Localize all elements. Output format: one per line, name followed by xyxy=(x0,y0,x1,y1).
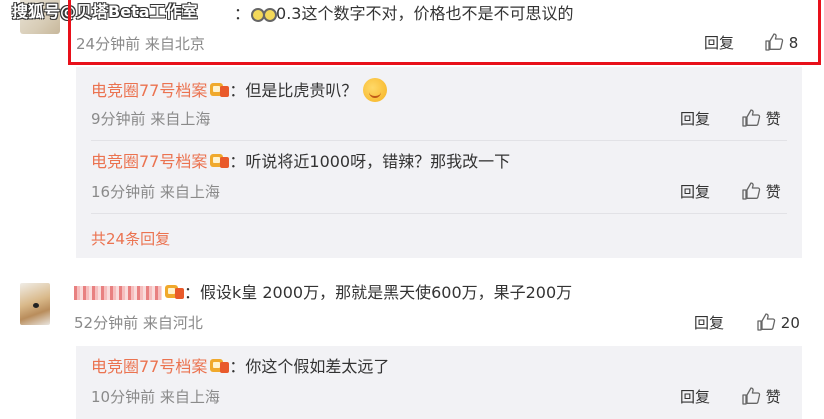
vip-badge-icon xyxy=(209,357,230,375)
divider xyxy=(91,213,787,214)
reply-item: 电竞圈77号档案 ：你这个假如差太远了 xyxy=(91,357,390,376)
reply-username[interactable]: 电竞圈77号档案 xyxy=(91,357,207,376)
comment-text: 假设k皇 2000万，那就是黑天使600万，果子200万 xyxy=(200,283,573,302)
comment-row: ：假设k皇 2000万，那就是黑天使600万，果子200万 xyxy=(74,283,572,303)
more-replies-link[interactable]: 共24条回复 xyxy=(91,229,170,249)
divider xyxy=(91,140,787,141)
reply-button[interactable]: 回复 xyxy=(694,313,724,333)
reply-meta: 10分钟前 来自上海 xyxy=(91,387,220,407)
like-count: 20 xyxy=(780,314,800,332)
reply-button[interactable]: 回复 xyxy=(680,387,710,407)
reply-item: 电竞圈77号档案 ：但是比虎贵叭？ xyxy=(91,78,387,102)
reply-item: 电竞圈77号档案 ：听说将近1000呀，错辣？那我改一下 xyxy=(91,152,511,171)
reply-text: 你这个假如差太远了 xyxy=(245,357,390,376)
comment-meta: 52分钟前 来自河北 xyxy=(74,313,203,333)
like-label: 赞 xyxy=(765,183,781,201)
reply-text: 但是比虎贵叭？ xyxy=(245,81,358,100)
like-button[interactable]: 20 xyxy=(756,312,800,333)
like-label: 赞 xyxy=(765,110,781,128)
reply-meta: 16分钟前 来自上海 xyxy=(91,182,220,202)
laughing-emoji-icon xyxy=(362,78,387,102)
like-label: 赞 xyxy=(765,388,781,406)
vip-badge-icon xyxy=(209,81,230,99)
thumbs-up-icon xyxy=(756,312,776,332)
reply-username[interactable]: 电竞圈77号档案 xyxy=(91,81,207,100)
highlight-box xyxy=(68,0,821,65)
comment-time: 52分钟前 xyxy=(74,314,139,332)
reply-time: 9分钟前 xyxy=(91,110,146,128)
reply-button[interactable]: 回复 xyxy=(680,109,710,129)
reply-username[interactable]: 电竞圈77号档案 xyxy=(91,152,207,171)
reply-location: 来自上海 xyxy=(150,110,211,128)
thumbs-up-icon xyxy=(741,386,761,406)
reply-text: 听说将近1000呀，错辣？那我改一下 xyxy=(245,152,511,171)
comment-location: 来自河北 xyxy=(142,314,203,332)
reply-meta: 9分钟前 来自上海 xyxy=(91,109,210,129)
reply-location: 来自上海 xyxy=(159,388,220,406)
reply-location: 来自上海 xyxy=(159,183,220,201)
avatar[interactable] xyxy=(20,283,50,325)
like-button[interactable]: 赞 xyxy=(741,181,781,202)
vip-badge-icon xyxy=(209,152,230,170)
blurred-username[interactable] xyxy=(74,286,162,300)
reply-time: 16分钟前 xyxy=(91,183,156,201)
like-button[interactable]: 赞 xyxy=(741,108,781,129)
reply-time: 10分钟前 xyxy=(91,388,156,406)
like-button[interactable]: 赞 xyxy=(741,386,781,407)
thumbs-up-icon xyxy=(741,108,761,128)
reply-button[interactable]: 回复 xyxy=(680,182,710,202)
vip-badge-icon xyxy=(164,283,184,301)
thumbs-up-icon xyxy=(741,181,761,201)
